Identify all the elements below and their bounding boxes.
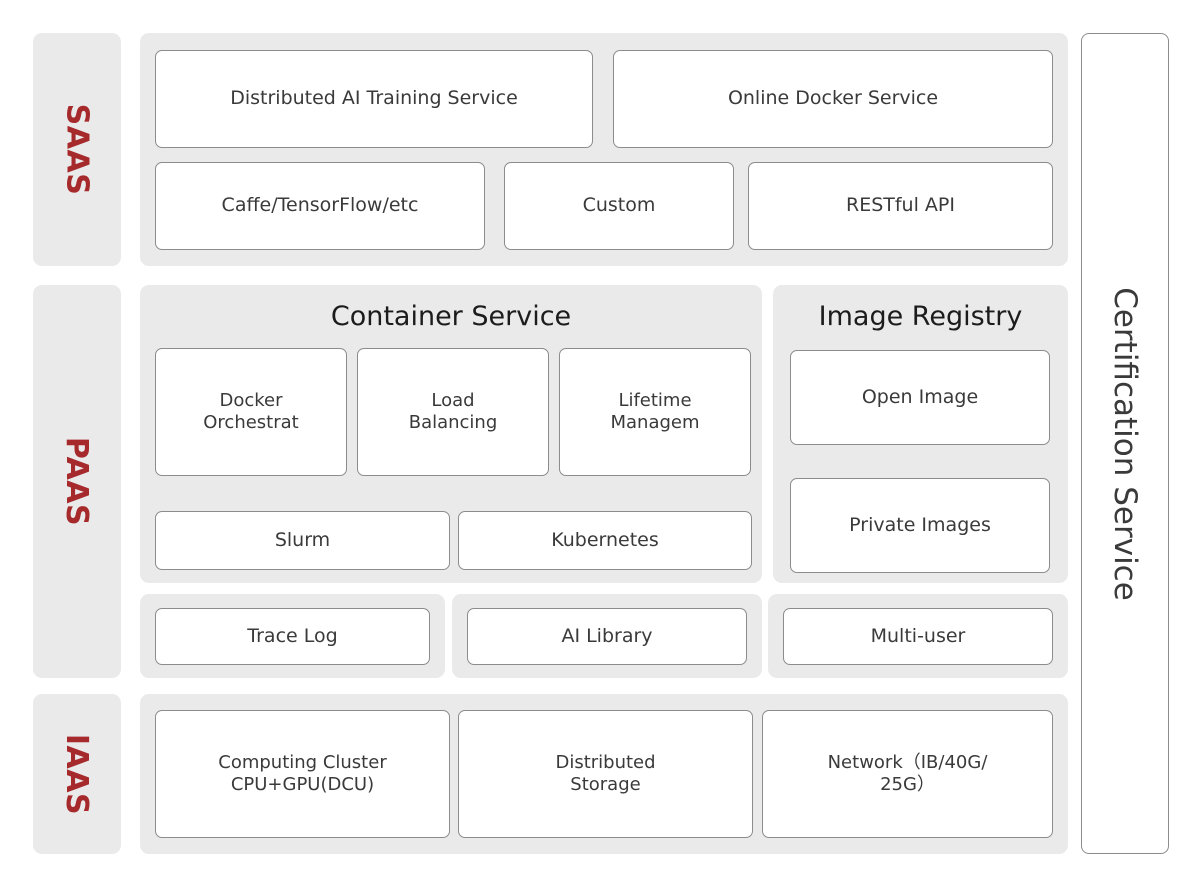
iaas-card-label-line2: 25G） (880, 774, 935, 795)
image-registry-card-open-image[interactable]: Open Image (790, 350, 1050, 445)
tier-label-iaas-text: IAAS (59, 733, 95, 815)
saas-card-restful-api[interactable]: RESTful API (748, 162, 1053, 250)
tier-label-iaas: IAAS (33, 694, 121, 854)
support-card-multi-user[interactable]: Multi-user (783, 608, 1053, 665)
architecture-diagram: SAAS PAAS IAAS Distributed AI Training S… (0, 0, 1201, 883)
saas-card-label: Distributed AI Training Service (230, 87, 518, 110)
support-card-label: Multi-user (870, 624, 966, 647)
saas-card-label: RESTful API (846, 194, 955, 217)
image-registry-card-label: Open Image (861, 385, 979, 408)
saas-card-label: Caffe/TensorFlow/etc (221, 194, 419, 217)
image-registry-card-label: Private Images (849, 513, 991, 536)
container-service-title: Container Service (330, 301, 572, 332)
container-card-label-line1: Load (431, 390, 475, 412)
image-registry-title: Image Registry (818, 301, 1023, 332)
support-card-label: Trace Log (247, 624, 338, 647)
iaas-card-label-line1: Network（IB/40G/ (827, 752, 988, 774)
saas-card-caffe-tensorflow-etc[interactable]: Caffe/TensorFlow/etc (155, 162, 485, 250)
saas-card-online-docker-service[interactable]: Online Docker Service (613, 50, 1053, 148)
tier-label-paas-text: PAAS (59, 436, 95, 527)
container-card-label: Kubernetes (551, 528, 659, 551)
certification-service-label: Certification Service (1107, 286, 1144, 601)
tier-label-saas: SAAS (33, 33, 121, 266)
container-card-load-balancing[interactable]: Load Balancing (357, 348, 549, 476)
container-card-docker-orchestrat[interactable]: Docker Orchestrat (155, 348, 347, 476)
saas-card-custom[interactable]: Custom (504, 162, 734, 250)
iaas-card-label: Distributed Storage (555, 752, 655, 796)
container-card-label-line1: Docker (219, 390, 283, 412)
container-card-kubernetes[interactable]: Kubernetes (458, 511, 752, 570)
support-card-trace-log[interactable]: Trace Log (155, 608, 430, 665)
saas-card-distributed-ai-training-service[interactable]: Distributed AI Training Service (155, 50, 593, 148)
support-card-label: AI Library (561, 624, 653, 647)
iaas-card-network[interactable]: Network（IB/40G/ 25G） (762, 710, 1053, 838)
iaas-card-label-line2: Storage (570, 774, 641, 795)
container-card-label-line2: Balancing (408, 412, 498, 433)
container-card-lifetime-managem[interactable]: Lifetime Managem (559, 348, 751, 476)
iaas-card-label: Network（IB/40G/ 25G） (828, 752, 988, 796)
iaas-card-label: Computing Cluster CPU+GPU(DCU) (218, 752, 386, 796)
tier-label-paas: PAAS (33, 285, 121, 678)
container-card-slurm[interactable]: Slurm (155, 511, 450, 570)
container-card-label: Lifetime Managem (610, 390, 699, 434)
saas-card-label: Online Docker Service (727, 87, 939, 110)
tier-label-saas-text: SAAS (59, 103, 95, 196)
iaas-card-label-line2: CPU+GPU(DCU) (230, 774, 375, 795)
container-card-label-line1: Lifetime (618, 390, 692, 412)
container-card-label: Slurm (274, 528, 331, 551)
iaas-card-distributed-storage[interactable]: Distributed Storage (458, 710, 753, 838)
saas-card-label: Custom (582, 194, 656, 217)
iaas-card-label-line1: Distributed (555, 752, 656, 774)
container-card-label: Load Balancing (409, 390, 498, 434)
image-registry-card-private-images[interactable]: Private Images (790, 478, 1050, 573)
container-card-label-line2: Managem (610, 412, 700, 433)
container-card-label-line2: Orchestrat (203, 412, 299, 433)
container-card-label: Docker Orchestrat (203, 390, 298, 434)
support-card-ai-library[interactable]: AI Library (467, 608, 747, 665)
certification-service-box[interactable]: Certification Service (1081, 33, 1169, 854)
iaas-card-label-line1: Computing Cluster (218, 752, 387, 774)
iaas-card-computing-cluster[interactable]: Computing Cluster CPU+GPU(DCU) (155, 710, 450, 838)
